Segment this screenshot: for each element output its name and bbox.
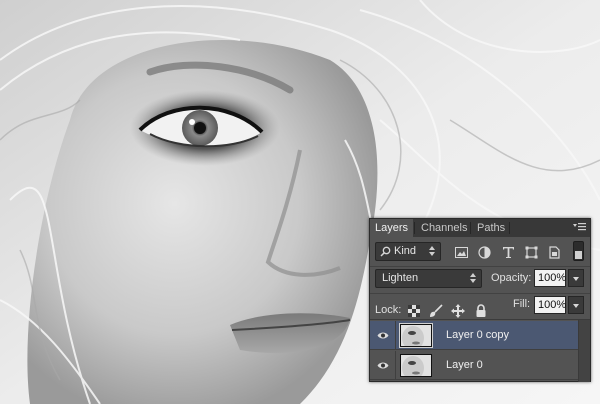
layer-row[interactable]: Layer 0 <box>370 351 578 380</box>
eye-icon <box>377 362 389 369</box>
tab-channels[interactable]: Channels <box>416 219 472 237</box>
updown-arrows-icon <box>429 245 435 257</box>
layers-panel: Layers Channels Paths Kind Lighten Opaci… <box>369 218 591 382</box>
adjustment-filter-icon[interactable] <box>478 246 491 259</box>
blend-mode-value: Lighten <box>382 272 419 284</box>
visibility-toggle[interactable] <box>370 321 396 350</box>
tab-divider <box>414 222 415 234</box>
lock-position-icon[interactable] <box>451 304 465 318</box>
layer-row-selected[interactable]: Layer 0 copy <box>370 321 578 350</box>
fill-dropdown-button[interactable] <box>568 296 584 314</box>
tab-divider <box>470 222 471 234</box>
opacity-input[interactable]: 100% <box>534 269 566 287</box>
tab-divider <box>509 222 510 234</box>
smart-object-filter-icon[interactable] <box>548 246 561 259</box>
layer-name[interactable]: Layer 0 <box>446 351 483 380</box>
divider <box>370 319 590 320</box>
layer-name[interactable]: Layer 0 copy <box>446 321 509 350</box>
visibility-toggle[interactable] <box>370 351 396 380</box>
opacity-label: Opacity: <box>491 272 532 284</box>
fill-input[interactable]: 100% <box>534 296 566 314</box>
divider <box>370 293 590 294</box>
eye-icon <box>377 332 389 339</box>
panel-menu-icon[interactable] <box>572 221 586 234</box>
lock-image-icon[interactable] <box>429 304 443 318</box>
layer-thumbnail[interactable] <box>400 354 432 377</box>
filter-kind-label: Kind <box>394 245 417 257</box>
tab-paths[interactable]: Paths <box>472 219 510 237</box>
filter-kind-select[interactable]: Kind <box>375 242 441 261</box>
fill-label: Fill: <box>513 298 531 310</box>
layer-thumbnail[interactable] <box>399 323 433 348</box>
panel-tab-bar: Layers Channels Paths <box>370 219 590 237</box>
updown-arrows-icon <box>470 272 476 284</box>
filter-toggle-switch[interactable] <box>573 241 584 261</box>
type-filter-icon[interactable] <box>502 246 515 259</box>
blend-mode-select[interactable]: Lighten <box>375 269 482 288</box>
lock-label: Lock: <box>375 304 402 316</box>
search-icon <box>380 246 391 257</box>
layers-scrollbar[interactable] <box>578 320 590 382</box>
opacity-dropdown-button[interactable] <box>568 269 584 287</box>
divider <box>370 266 590 267</box>
lock-transparent-icon[interactable] <box>407 304 421 318</box>
lock-all-icon[interactable] <box>474 304 488 318</box>
image-filter-icon[interactable] <box>455 246 468 259</box>
shape-filter-icon[interactable] <box>525 246 538 259</box>
filter-toggle-knob <box>575 251 582 259</box>
tab-layers[interactable]: Layers <box>370 219 414 237</box>
